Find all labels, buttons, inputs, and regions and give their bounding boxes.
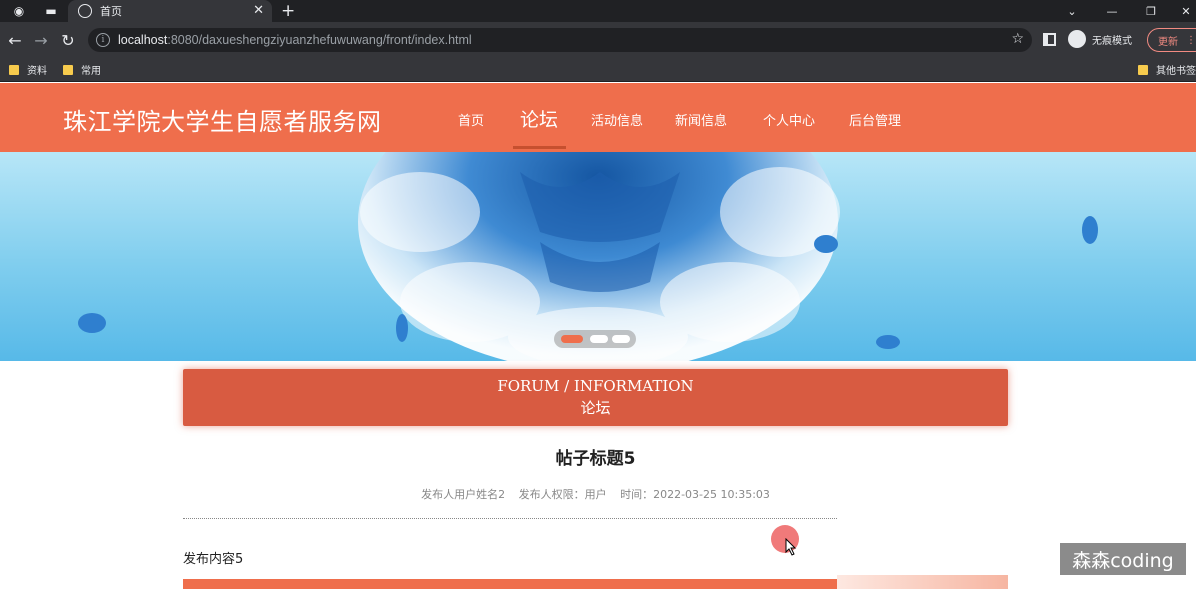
other-bookmarks[interactable]: 其他书签	[1138, 62, 1196, 77]
forward-button[interactable]: →	[30, 30, 52, 50]
site-title[interactable]: 珠江学院大学生自愿者服务网	[63, 102, 382, 137]
section-heading-cn: 论坛	[580, 399, 611, 417]
folder-icon	[1138, 64, 1148, 75]
site-header: 珠江学院大学生自愿者服务网 首页 论坛 活动信息 新闻信息 个人中心 后台管理	[0, 83, 1196, 152]
tab-title: 首页	[100, 5, 122, 18]
watermark: 森森coding	[1060, 543, 1186, 575]
bookmark-label: 常用	[81, 66, 101, 77]
nav-personal-center[interactable]: 个人中心	[763, 110, 815, 129]
active-nav-indicator	[513, 146, 566, 149]
url-path: :8080/daxueshengziyuanzhefuwuwang/front/…	[167, 33, 472, 47]
info-icon[interactable]: i	[96, 33, 110, 47]
tab-window-icon[interactable]: ▬	[38, 2, 64, 20]
side-panel-icon[interactable]	[1043, 33, 1056, 46]
new-tab-button[interactable]: +	[281, 1, 295, 21]
folder-icon	[63, 64, 73, 75]
star-icon[interactable]: ☆	[1011, 31, 1024, 47]
reply-bar[interactable]	[183, 579, 837, 589]
address-bar[interactable]: i localhost:8080/daxueshengziyuanzhefuwu…	[88, 28, 1032, 52]
section-heading-en: FORUM / INFORMATION	[497, 377, 694, 395]
nav-forum[interactable]: 论坛	[520, 105, 558, 132]
post-title: 帖子标题5	[555, 449, 636, 469]
mouse-pointer-icon	[785, 538, 797, 556]
nav-news[interactable]: 新闻信息	[675, 110, 727, 129]
browser-tab-strip: ◉ ▬ 首页 ✕ + ⌄ — ❐ ✕	[0, 0, 1196, 22]
url-host: localhost	[118, 33, 168, 47]
close-window-button[interactable]: ✕	[1166, 0, 1196, 22]
bookmark-folder[interactable]: 常用	[63, 62, 101, 77]
globe-icon	[78, 4, 92, 18]
divider	[183, 518, 837, 519]
post-content: 发布内容5	[183, 552, 244, 567]
back-button[interactable]: ←	[4, 30, 26, 50]
close-icon[interactable]: ✕	[253, 3, 264, 18]
chevron-down-icon[interactable]: ⌄	[1052, 0, 1092, 22]
bookmark-label: 其他书签	[1156, 66, 1196, 77]
section-header: FORUM / INFORMATION 论坛	[183, 369, 1008, 426]
reply-bar-shadow	[837, 575, 1008, 589]
folder-icon	[9, 64, 19, 75]
update-label: 更新	[1158, 36, 1178, 48]
nav-admin[interactable]: 后台管理	[849, 110, 901, 129]
browser-toolbar: ← → ↻ i localhost:8080/daxueshengziyuanz…	[0, 22, 1196, 58]
update-button[interactable]: 更新 ⋮	[1147, 28, 1196, 52]
carousel-dot-active[interactable]	[561, 335, 583, 343]
reload-button[interactable]: ↻	[57, 30, 79, 50]
post-role: 发布人权限：用户	[518, 488, 607, 501]
incognito-indicator[interactable]: 无痕模式	[1068, 30, 1132, 48]
nav-activities[interactable]: 活动信息	[591, 110, 643, 129]
post-time: 时间：2022-03-25 10:35:03	[620, 488, 770, 501]
carousel-dot[interactable]	[612, 335, 630, 343]
bookmarks-bar: 资料 常用 其他书签	[0, 58, 1196, 82]
carousel-dot[interactable]	[590, 335, 608, 343]
incognito-icon	[1068, 30, 1086, 48]
bookmark-label: 资料	[27, 66, 47, 77]
more-icon[interactable]: ⋮	[1186, 35, 1196, 46]
nav-home[interactable]: 首页	[458, 110, 484, 129]
minimize-button[interactable]: —	[1092, 0, 1132, 22]
carousel-indicators	[554, 330, 636, 348]
post-meta: 发布人用户姓名2 发布人权限：用户 时间：2022-03-25 10:35:03	[183, 486, 1008, 502]
post-author: 发布人用户姓名2	[421, 488, 506, 501]
globe-icon[interactable]: ◉	[6, 2, 32, 20]
incognito-label: 无痕模式	[1092, 35, 1132, 47]
bookmark-folder[interactable]: 资料	[9, 62, 47, 77]
browser-tab-active[interactable]: 首页 ✕	[68, 0, 272, 22]
restore-button[interactable]: ❐	[1131, 0, 1171, 22]
